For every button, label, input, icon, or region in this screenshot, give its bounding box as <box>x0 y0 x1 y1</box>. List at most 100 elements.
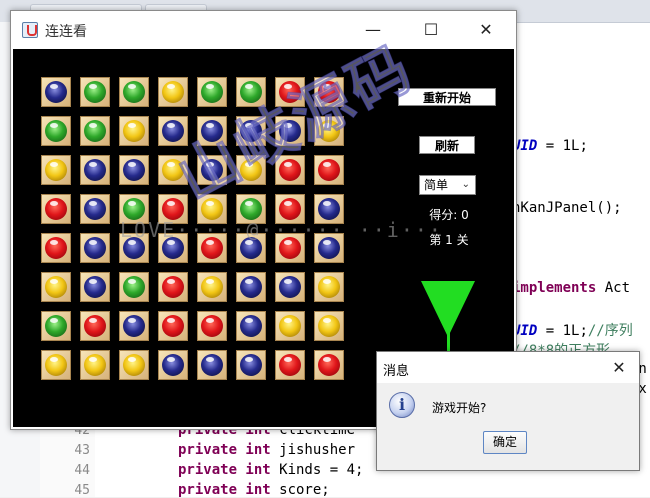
red-ball-icon <box>162 276 184 298</box>
board-tile[interactable] <box>275 272 305 302</box>
board-tile[interactable] <box>119 350 149 380</box>
board-tile[interactable] <box>275 350 305 380</box>
navy-ball-icon <box>240 315 262 337</box>
dialog-titlebar[interactable]: 消息 ✕ <box>377 352 639 383</box>
navy-ball-icon <box>162 354 184 376</box>
maximize-button[interactable]: ☐ <box>408 15 454 45</box>
navy-ball-icon <box>84 276 106 298</box>
board-tile[interactable] <box>80 116 110 146</box>
board-tile[interactable] <box>80 311 110 341</box>
yellow-ball-icon <box>201 276 223 298</box>
board-tile[interactable] <box>275 311 305 341</box>
board-tile[interactable] <box>158 77 188 107</box>
yellow-ball-icon <box>123 354 145 376</box>
board-tile[interactable] <box>41 233 71 263</box>
message-dialog: 消息 ✕ i 游戏开始? 确定 <box>376 351 640 471</box>
yellow-ball-icon <box>162 81 184 103</box>
watermark-url: LOVE·····@······ ··i··· <box>120 218 443 242</box>
board-tile[interactable] <box>119 155 149 185</box>
board-tile[interactable] <box>158 272 188 302</box>
green-ball-icon <box>123 198 145 220</box>
board-tile[interactable] <box>197 272 227 302</box>
board-tile[interactable] <box>80 350 110 380</box>
board-tile[interactable] <box>314 272 344 302</box>
board-tile[interactable] <box>119 77 149 107</box>
yellow-ball-icon <box>45 354 67 376</box>
code-line: private int jishusher <box>178 442 356 458</box>
navy-ball-icon <box>84 159 106 181</box>
navy-ball-icon <box>240 276 262 298</box>
dialog-message: 游戏开始? <box>432 401 487 415</box>
board-tile[interactable] <box>119 272 149 302</box>
red-ball-icon <box>279 198 301 220</box>
board-tile[interactable] <box>197 350 227 380</box>
yellow-ball-icon <box>318 276 340 298</box>
board-tile[interactable] <box>236 311 266 341</box>
board-tile[interactable] <box>314 350 344 380</box>
board-tile[interactable] <box>314 155 344 185</box>
code-fragment: UID = 1L;//序列 <box>512 323 633 339</box>
board-tile[interactable] <box>158 311 188 341</box>
navy-ball-icon <box>240 354 262 376</box>
navy-ball-icon <box>123 159 145 181</box>
difficulty-select-value: 简单 <box>424 178 449 192</box>
line-number: 43 <box>74 443 90 458</box>
yellow-ball-icon <box>45 276 67 298</box>
board-tile[interactable] <box>197 77 227 107</box>
green-ball-icon <box>84 120 106 142</box>
code-fragment: implements Act <box>512 280 631 296</box>
navy-ball-icon <box>84 237 106 259</box>
navy-ball-icon <box>279 276 301 298</box>
yellow-ball-icon <box>318 315 340 337</box>
code-line: private int Kinds = 4; <box>178 462 364 478</box>
green-ball-icon <box>201 81 223 103</box>
red-ball-icon <box>201 315 223 337</box>
board-tile[interactable] <box>41 350 71 380</box>
red-ball-icon <box>45 237 67 259</box>
code-fragment: UID = 1L; <box>512 138 588 154</box>
board-tile[interactable] <box>41 194 71 224</box>
board-tile[interactable] <box>41 272 71 302</box>
navy-ball-icon <box>318 198 340 220</box>
window-title: 连连看 <box>45 24 87 40</box>
refresh-button[interactable]: 刷新 <box>419 136 475 154</box>
board-tile[interactable] <box>41 116 71 146</box>
board-tile[interactable] <box>158 350 188 380</box>
board-tile[interactable] <box>197 311 227 341</box>
close-button[interactable]: ✕ <box>463 15 509 45</box>
green-ball-icon <box>45 315 67 337</box>
line-number: 45 <box>74 483 90 498</box>
board-tile[interactable] <box>80 77 110 107</box>
code-line: private int score; <box>178 482 330 498</box>
board-tile[interactable] <box>236 272 266 302</box>
board-tile[interactable] <box>80 155 110 185</box>
board-tile[interactable] <box>41 77 71 107</box>
green-ball-icon <box>84 81 106 103</box>
board-tile[interactable] <box>80 233 110 263</box>
board-tile[interactable] <box>41 155 71 185</box>
difficulty-select[interactable]: 简单 ⌄ <box>419 175 476 195</box>
window-titlebar[interactable]: 连连看 — ☐ ✕ <box>11 11 516 49</box>
ok-button[interactable]: 确定 <box>483 431 527 454</box>
red-ball-icon <box>279 354 301 376</box>
line-number: 44 <box>74 463 90 478</box>
red-ball-icon <box>162 315 184 337</box>
green-ball-icon <box>240 198 262 220</box>
board-tile[interactable] <box>80 194 110 224</box>
board-tile[interactable] <box>236 350 266 380</box>
navy-ball-icon <box>84 198 106 220</box>
red-ball-icon <box>318 159 340 181</box>
yellow-ball-icon <box>279 315 301 337</box>
board-tile[interactable] <box>119 116 149 146</box>
board-tile[interactable] <box>41 311 71 341</box>
chevron-down-icon: ⌄ <box>461 179 470 190</box>
code-fragment: nKanJPanel(); <box>512 200 622 216</box>
red-ball-icon <box>84 315 106 337</box>
dialog-close-button[interactable]: ✕ <box>607 356 631 380</box>
board-tile[interactable] <box>314 311 344 341</box>
navy-ball-icon <box>201 354 223 376</box>
java-app-icon <box>22 22 38 38</box>
board-tile[interactable] <box>80 272 110 302</box>
board-tile[interactable] <box>119 311 149 341</box>
yellow-ball-icon <box>123 120 145 142</box>
